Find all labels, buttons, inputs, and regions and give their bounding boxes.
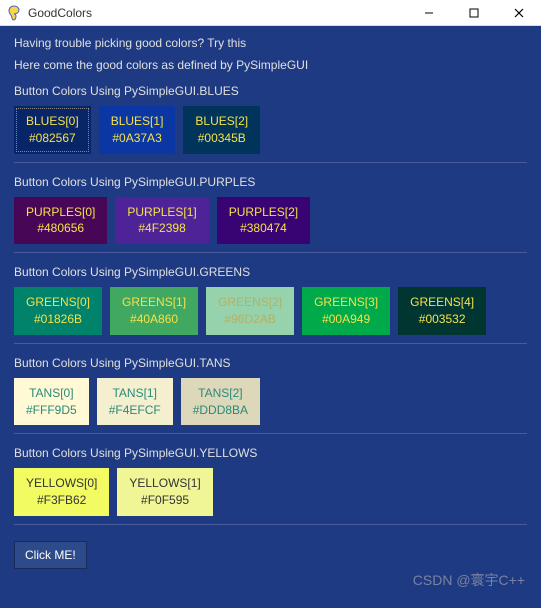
color-button[interactable]: BLUES[2]#00345B (183, 106, 260, 154)
color-button[interactable]: YELLOWS[1]#F0F595 (117, 468, 212, 516)
color-button[interactable]: PURPLES[2]#380474 (217, 197, 310, 245)
section-label-tans: Button Colors Using PySimpleGUI.TANS (14, 356, 527, 370)
color-button[interactable]: PURPLES[0]#480656 (14, 197, 107, 245)
color-button[interactable]: GREENS[1]#40A860 (110, 287, 198, 335)
divider (14, 343, 527, 344)
color-button[interactable]: GREENS[3]#00A949 (302, 287, 390, 335)
divider (14, 252, 527, 253)
app-icon (6, 5, 22, 21)
section-label-purples: Button Colors Using PySimpleGUI.PURPLES (14, 175, 527, 189)
row-tans: TANS[0]#FFF9D5TANS[1]#F4EFCFTANS[2]#DDD8… (14, 378, 527, 426)
intro-line-2: Here come the good colors as defined by … (14, 58, 527, 72)
window-controls (406, 0, 541, 25)
color-button[interactable]: BLUES[0]#082567 (14, 106, 91, 154)
color-button[interactable]: BLUES[1]#0A37A3 (99, 106, 176, 154)
color-button[interactable]: TANS[2]#DDD8BA (181, 378, 260, 426)
row-greens: GREENS[0]#01826BGREENS[1]#40A860GREENS[2… (14, 287, 527, 335)
row-blues: BLUES[0]#082567BLUES[1]#0A37A3BLUES[2]#0… (14, 106, 527, 154)
divider (14, 433, 527, 434)
color-button[interactable]: GREENS[0]#01826B (14, 287, 102, 335)
color-button[interactable]: TANS[0]#FFF9D5 (14, 378, 89, 426)
color-button[interactable]: PURPLES[1]#4F2398 (115, 197, 208, 245)
minimize-button[interactable] (406, 0, 451, 25)
window-title: GoodColors (28, 6, 92, 20)
content-area: Having trouble picking good colors? Try … (0, 26, 541, 608)
intro-line-1: Having trouble picking good colors? Try … (14, 36, 527, 50)
color-button[interactable]: GREENS[2]#96D2AB (206, 287, 294, 335)
close-button[interactable] (496, 0, 541, 25)
color-button[interactable]: GREENS[4]#003532 (398, 287, 486, 335)
section-label-yellows: Button Colors Using PySimpleGUI.YELLOWS (14, 446, 527, 460)
divider (14, 524, 527, 525)
section-label-greens: Button Colors Using PySimpleGUI.GREENS (14, 265, 527, 279)
divider (14, 162, 527, 163)
click-me-button[interactable]: Click ME! (14, 541, 87, 569)
color-button[interactable]: TANS[1]#F4EFCF (97, 378, 173, 426)
color-button[interactable]: YELLOWS[0]#F3FB62 (14, 468, 109, 516)
row-purples: PURPLES[0]#480656PURPLES[1]#4F2398PURPLE… (14, 197, 527, 245)
row-yellows: YELLOWS[0]#F3FB62YELLOWS[1]#F0F595 (14, 468, 527, 516)
section-label-blues: Button Colors Using PySimpleGUI.BLUES (14, 84, 527, 98)
titlebar: GoodColors (0, 0, 541, 26)
maximize-button[interactable] (451, 0, 496, 25)
